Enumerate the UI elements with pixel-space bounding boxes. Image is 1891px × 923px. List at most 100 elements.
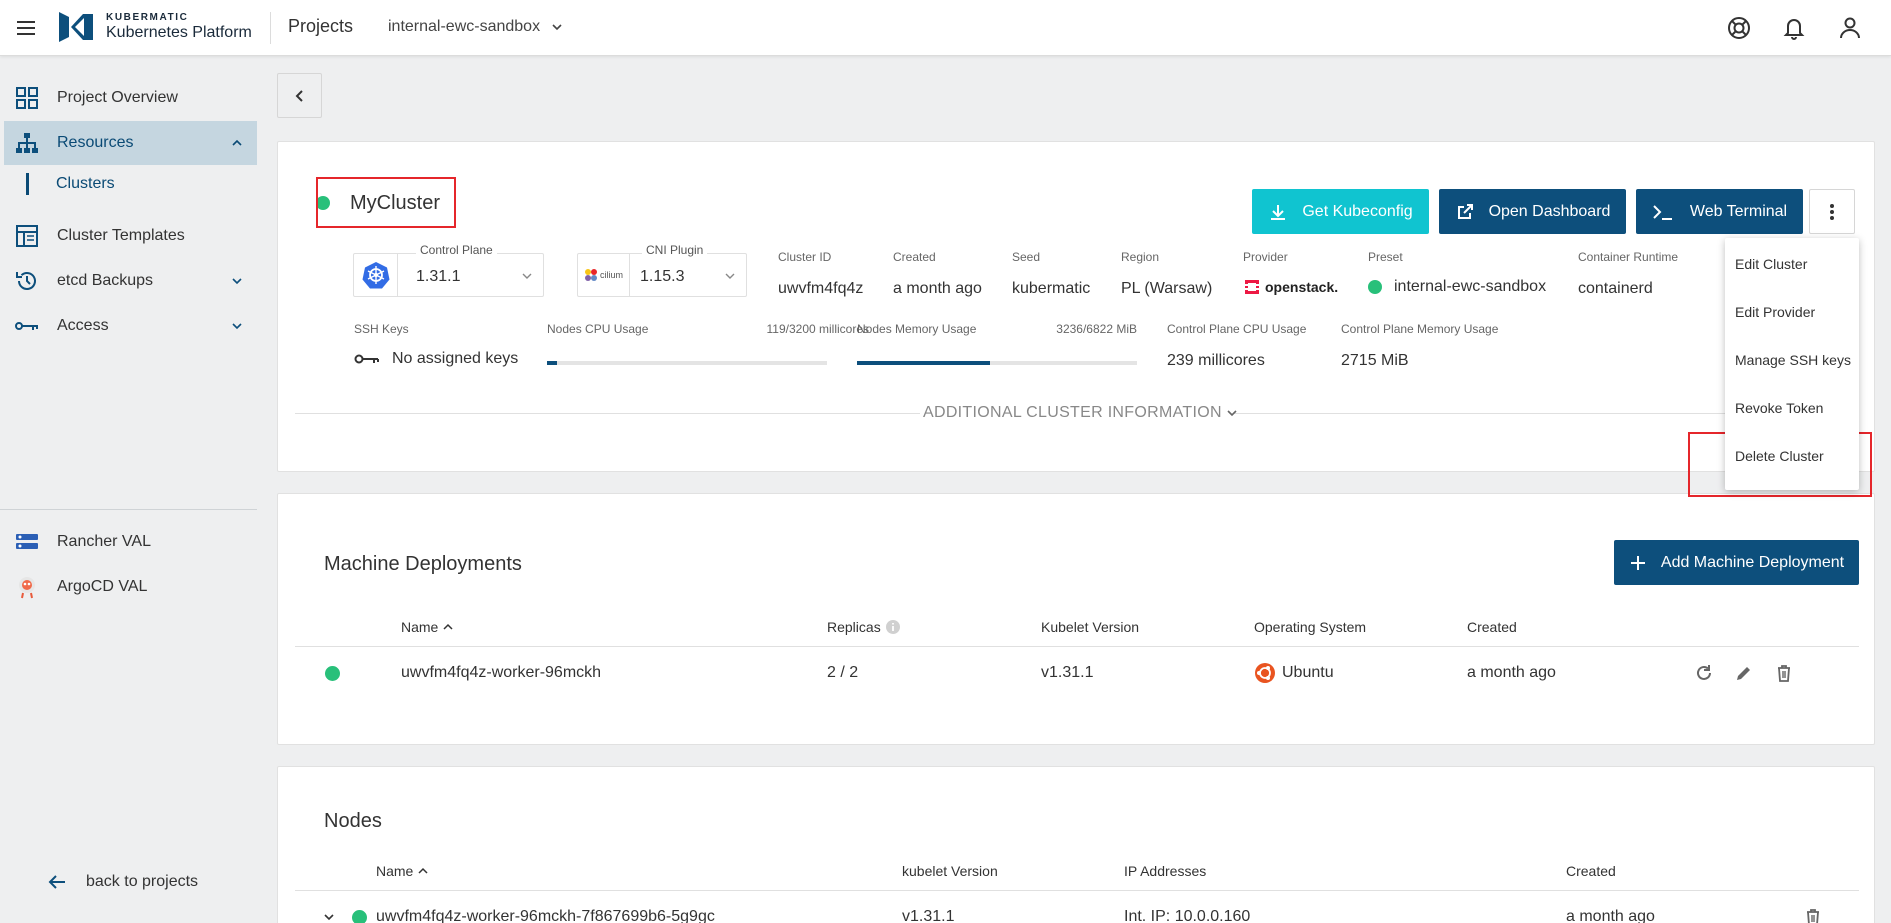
download-icon [1271, 204, 1286, 220]
cni-plugin-version: 1.15.3 [640, 268, 685, 285]
projects-link[interactable]: Projects [288, 16, 353, 37]
get-kubeconfig-button[interactable]: Get Kubeconfig [1252, 189, 1429, 234]
history-icon [14, 268, 40, 294]
column-header-kubelet-version: kubelet Version [902, 863, 998, 879]
column-header-operating-system: Operating System [1254, 619, 1367, 635]
key-icon [354, 354, 379, 364]
sidebar-item-cluster-templates[interactable]: Cluster Templates [4, 214, 257, 258]
cluster-header: MyCluster [316, 178, 456, 228]
provider-label: Provider [1243, 250, 1288, 264]
sidebar-item-rancher-val[interactable]: Rancher VAL [4, 520, 257, 564]
arrow-left-icon [48, 875, 65, 889]
open-dashboard-label: Open Dashboard [1488, 202, 1611, 220]
control-plane-version-select[interactable]: Control Plane 1.31.1 [353, 243, 544, 297]
terminal-icon [1653, 204, 1672, 220]
sidebar-item-argocd-val[interactable]: ArgoCD VAL [4, 565, 257, 609]
cluster-id-value: uwvfm4fq4z [778, 280, 864, 297]
cni-plugin-version-select[interactable]: cilium CNI Plugin 1.15.3 [577, 243, 747, 297]
machine-deployment-created: a month ago [1467, 664, 1556, 681]
provider-name: openstack. [1265, 279, 1339, 295]
add-machine-deployment-button[interactable]: Add Machine Deployment [1614, 540, 1859, 585]
machine-deployments-title: Machine Deployments [324, 553, 522, 575]
brand-subtitle: Kubernetes Platform [106, 24, 252, 41]
open-dashboard-button[interactable]: Open Dashboard [1439, 189, 1626, 234]
add-machine-deployment-label: Add Machine Deployment [1660, 553, 1845, 571]
cp-cpu-value: 239 millicores [1167, 352, 1265, 369]
provider-value: openstack. [1243, 278, 1338, 296]
created-label: Created [893, 250, 936, 264]
cilium-logo-icon: cilium [578, 254, 630, 296]
seed-label: Seed [1012, 250, 1041, 264]
nodes-cpu-progress-fill [547, 361, 558, 365]
sidebar-item-etcd-backups[interactable]: etcd Backups [4, 259, 257, 303]
sidebar-item-label: etcd Backups [57, 272, 154, 289]
back-to-projects-link[interactable]: back to projects [46, 871, 198, 893]
cilium-logo-text: cilium [599, 270, 623, 280]
preset-label: Preset [1368, 250, 1403, 264]
top-bar: KUBERMATIC Kubernetes Platform Projects … [0, 0, 1891, 56]
more-vertical-icon [1830, 203, 1834, 220]
node-status-indicator [352, 910, 367, 923]
additional-cluster-info-toggle[interactable]: ADDITIONAL CLUSTER INFORMATION [923, 404, 1238, 422]
cluster-name: MyCluster [350, 191, 441, 214]
column-header-name[interactable]: Name [401, 619, 454, 635]
menu-item-edit-provider[interactable]: Edit Provider [1725, 288, 1859, 336]
divider [295, 413, 920, 414]
key-icon [14, 313, 40, 339]
back-button[interactable] [277, 73, 322, 118]
menu-item-revoke-token[interactable]: Revoke Token [1725, 384, 1859, 432]
nodes-memory-progress [857, 361, 1137, 365]
header-divider [270, 12, 271, 44]
account-user-icon[interactable] [1836, 14, 1864, 42]
project-selector-label: internal-ewc-sandbox [388, 18, 541, 35]
external-link-icon [1457, 203, 1473, 219]
cp-memory-value: 2715 MiB [1341, 352, 1409, 369]
preset-status-indicator [1368, 280, 1382, 294]
menu-item-manage-ssh-keys[interactable]: Manage SSH keys [1725, 336, 1859, 384]
cluster-details-card: MyCluster Get Kubeconfig Open Dashboard … [277, 141, 1875, 472]
delete-trash-icon[interactable] [1802, 906, 1824, 923]
web-terminal-button[interactable]: Web Terminal [1636, 189, 1803, 234]
kubermatic-logo-icon[interactable] [57, 10, 95, 44]
sort-ascending-icon [418, 867, 428, 874]
chevron-down-icon[interactable] [322, 910, 336, 923]
sidebar-item-resources[interactable]: Resources [4, 121, 257, 165]
help-lifebuoy-icon[interactable] [1725, 14, 1753, 42]
more-options-button[interactable] [1809, 189, 1855, 234]
machine-deployment-name[interactable]: uwvfm4fq4z-worker-96mckh [401, 664, 601, 682]
cp-memory-label: Control Plane Memory Usage [1341, 322, 1499, 336]
os-name: Ubuntu [1282, 664, 1334, 681]
machine-deployment-replicas: 2 / 2 [827, 664, 859, 681]
sidebar-item-access[interactable]: Access [4, 304, 257, 348]
cni-plugin-label: CNI Plugin [642, 243, 708, 257]
delete-trash-icon[interactable] [1773, 662, 1795, 684]
sidebar-item-label: Resources [57, 134, 134, 151]
plus-icon [1630, 555, 1645, 570]
control-plane-version: 1.31.1 [416, 268, 461, 285]
restart-icon[interactable] [1693, 662, 1715, 684]
kubernetes-logo-icon [354, 254, 398, 296]
template-icon [14, 223, 40, 249]
nodes-card: Nodes Name kubelet Version IP Addresses … [277, 766, 1875, 923]
edit-pencil-icon[interactable] [1733, 662, 1755, 684]
info-icon[interactable] [885, 619, 901, 635]
chevron-down-icon [725, 273, 735, 279]
ssh-keys-text: No assigned keys [392, 350, 519, 367]
sidebar-item-label: Rancher VAL [57, 533, 151, 550]
created-value: a month ago [893, 280, 982, 297]
column-header-name[interactable]: Name [376, 863, 429, 879]
hamburger-menu-icon[interactable] [14, 16, 38, 40]
nodes-cpu-value: 119/3200 millicores [766, 322, 870, 336]
chevron-down-icon [522, 273, 532, 279]
project-selector[interactable]: internal-ewc-sandbox [388, 18, 564, 36]
notifications-bell-icon[interactable] [1780, 14, 1808, 42]
argocd-icon [14, 574, 40, 600]
sidebar-item-clusters[interactable]: Clusters [4, 167, 257, 201]
sidebar-item-project-overview[interactable]: Project Overview [4, 76, 257, 120]
column-header-label: Name [376, 863, 414, 879]
chevron-left-icon [295, 89, 303, 102]
menu-item-delete-cluster[interactable]: Delete Cluster [1725, 432, 1859, 480]
chevron-up-icon [232, 139, 242, 146]
menu-item-edit-cluster[interactable]: Edit Cluster [1725, 240, 1859, 288]
sidebar-item-label: Access [57, 317, 109, 334]
